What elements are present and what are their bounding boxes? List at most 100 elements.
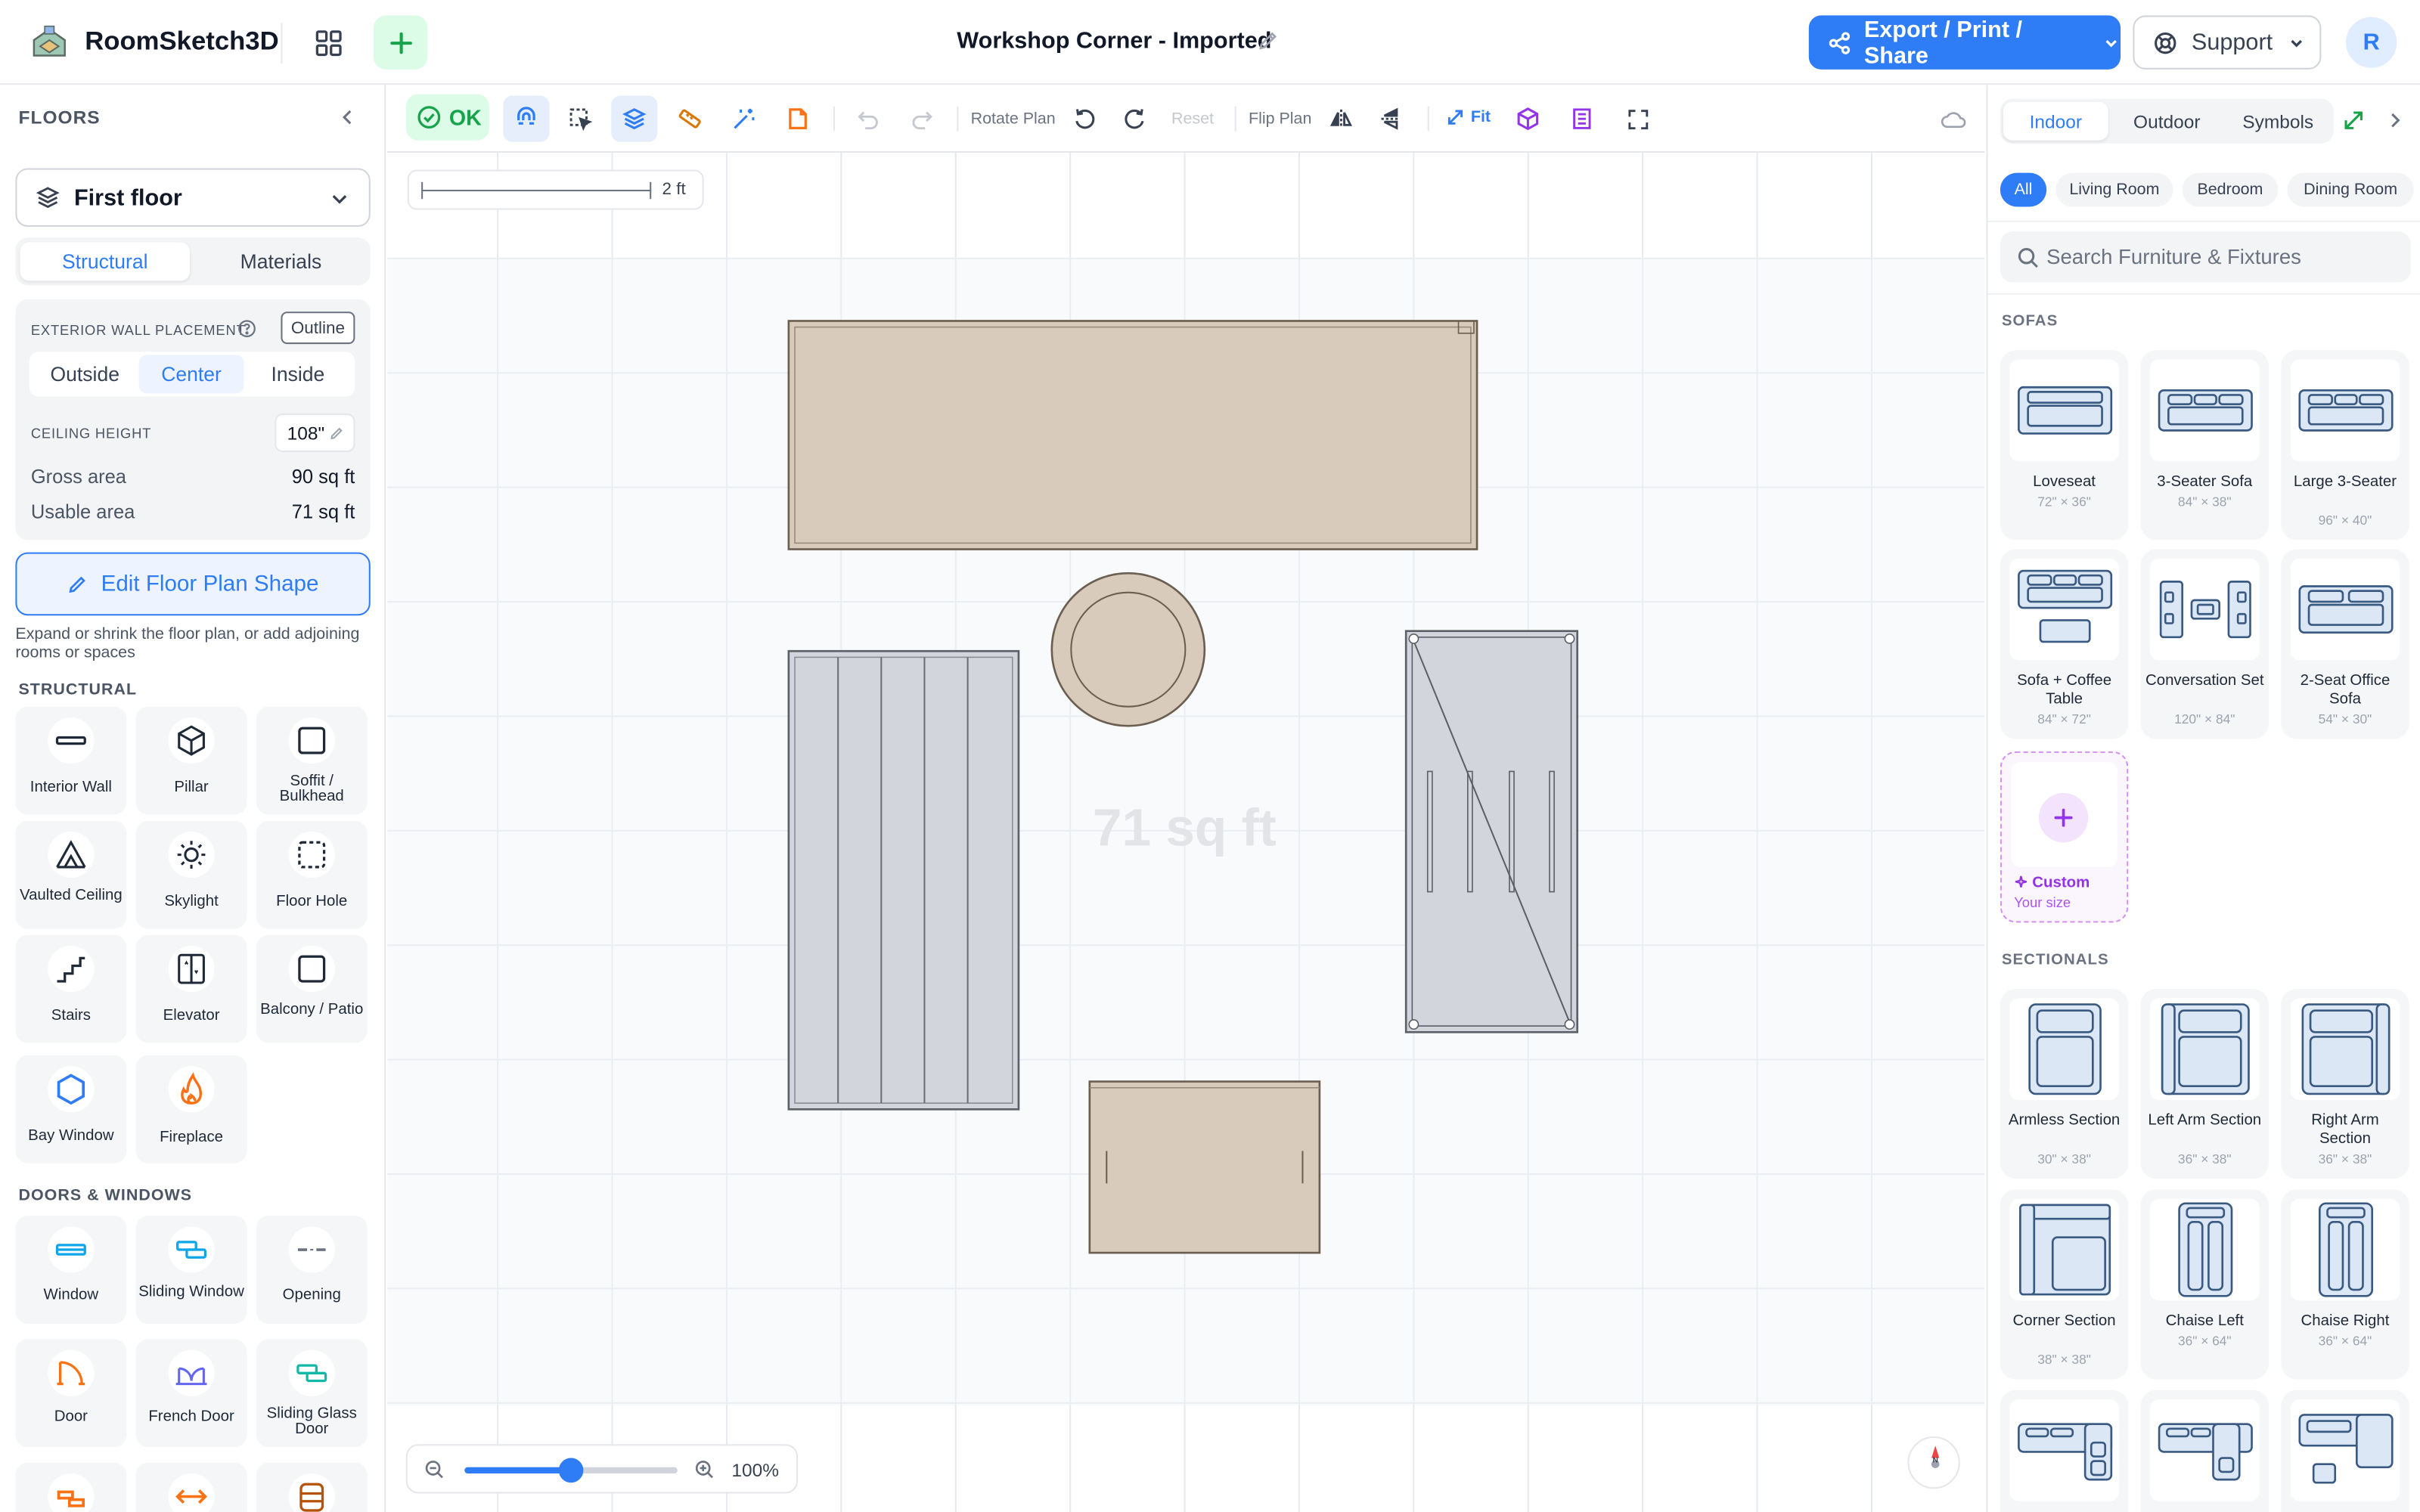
tool-vaulted-ceiling[interactable]: Vaulted Ceiling (15, 820, 127, 929)
tool-skylight[interactable]: Skylight (135, 820, 247, 929)
toolbar-separator (1427, 106, 1429, 132)
elevation-view-button[interactable] (1559, 96, 1605, 142)
furniture-card-left-arm-section[interactable]: Left Arm Section 36" × 38" (2140, 989, 2269, 1179)
tool-interior-wall[interactable]: Interior Wall (15, 706, 127, 815)
card-dims: 36" × 64" (2318, 1333, 2372, 1349)
view-3d-button[interactable] (1505, 96, 1551, 142)
tab-structural[interactable]: Structural (20, 242, 191, 281)
zoom-in-icon[interactable] (694, 1460, 715, 1480)
card-name: Chaise Right (2301, 1312, 2390, 1331)
tool-bay-window[interactable]: Bay Window (15, 1055, 127, 1163)
expand-panel-icon[interactable] (2343, 110, 2365, 132)
magnet-snap-button[interactable] (503, 95, 550, 142)
furniture-card-chaise-right[interactable]: Chaise Right 36" × 64" (2281, 1189, 2409, 1380)
tab-symbols[interactable]: Symbols (2226, 102, 2331, 141)
tab-indoor[interactable]: Indoor (2003, 101, 2108, 141)
furniture-card-loveseat[interactable]: Loveseat 72" × 36" (2000, 350, 2129, 541)
custom-size-card[interactable]: Custom Your size (2000, 751, 2129, 923)
add-custom-button[interactable] (2038, 792, 2089, 843)
floor-plan-canvas[interactable]: 71 sq ft 2 ft 100% N (387, 153, 1985, 1512)
tab-materials[interactable]: Materials (196, 242, 365, 280)
chip-all[interactable]: All (2000, 172, 2047, 207)
compass[interactable]: N (1907, 1436, 1960, 1489)
flip-vertical-icon (1381, 107, 1401, 130)
tab-outdoor[interactable]: Outdoor (2114, 102, 2220, 141)
tool-partial-3[interactable] (256, 1462, 368, 1512)
fullscreen-button[interactable] (1615, 96, 1661, 142)
rotate-left-button[interactable] (1062, 96, 1108, 142)
search-input[interactable] (2046, 240, 2394, 274)
furniture-card-sectional-partial-1[interactable] (2000, 1390, 2129, 1512)
project-title[interactable]: Workshop Corner - Imported (957, 28, 1271, 54)
magic-wand-button[interactable] (721, 96, 767, 142)
furniture-card-sectional-partial-2[interactable] (2140, 1390, 2269, 1512)
rotate-right-button[interactable] (1111, 96, 1157, 142)
tool-sliding-glass-door[interactable]: Sliding Glass Door (256, 1339, 368, 1448)
furniture-round-stool[interactable] (1050, 572, 1206, 727)
support-button[interactable]: Support (2133, 15, 2322, 70)
undo-button[interactable] (844, 96, 890, 142)
placement-center[interactable]: Center (138, 355, 244, 394)
cloud-sync-button[interactable] (1929, 96, 1975, 142)
chip-dining-room[interactable]: Dining Room (2287, 172, 2414, 207)
reset-button[interactable]: Reset (1171, 110, 1214, 128)
notes-button[interactable] (774, 96, 821, 142)
flip-vertical-button[interactable] (1367, 96, 1413, 142)
tool-pillar[interactable]: Pillar (135, 706, 247, 815)
tool-window[interactable]: Window (15, 1216, 127, 1325)
tool-french-door[interactable]: French Door (135, 1339, 247, 1448)
furniture-small-bench[interactable] (1088, 1080, 1321, 1254)
placement-outside[interactable]: Outside (33, 355, 138, 393)
furniture-card-large-3-seater[interactable]: Large 3-Seater 96" × 40" (2281, 350, 2409, 541)
fit-button[interactable]: Fit (1446, 108, 1491, 126)
select-tool-button[interactable] (557, 96, 603, 142)
furniture-card-3-seater-sofa[interactable]: 3-Seater Sofa 84" × 38" (2140, 350, 2269, 541)
tool-elevator[interactable]: Elevator (135, 934, 247, 1043)
furniture-card-chaise-left[interactable]: Chaise Left 36" × 64" (2140, 1189, 2269, 1380)
furniture-card-sectional-partial-3[interactable] (2281, 1390, 2409, 1512)
furniture-card-conversation-set[interactable]: Conversation Set 120" × 84" (2140, 549, 2269, 739)
tool-partial-2[interactable] (135, 1462, 247, 1512)
placement-inside[interactable]: Inside (245, 355, 350, 393)
chip-bedroom[interactable]: Bedroom (2182, 172, 2279, 207)
help-icon[interactable] (237, 319, 256, 338)
new-project-button[interactable] (373, 15, 428, 70)
tool-soffit[interactable]: Soffit / Bulkhead (256, 706, 368, 815)
chip-living-room[interactable]: Living Room (2055, 172, 2173, 207)
collapse-panel-icon[interactable] (337, 107, 358, 129)
outline-toggle[interactable]: Outline (281, 311, 355, 345)
furniture-slatted-shelf[interactable] (787, 649, 1020, 1111)
tool-opening[interactable]: Opening (256, 1216, 368, 1325)
user-avatar[interactable]: R (2346, 17, 2397, 68)
zoom-out-icon[interactable] (424, 1460, 445, 1480)
validation-status-button[interactable]: OK (405, 94, 489, 141)
export-print-share-button[interactable]: Export / Print / Share (1808, 15, 2121, 70)
tool-door[interactable]: Door (15, 1339, 127, 1448)
redo-button[interactable] (898, 96, 945, 142)
furniture-card-corner-section[interactable]: Corner Section 38" × 38" (2000, 1189, 2129, 1380)
tool-fireplace[interactable]: Fireplace (135, 1055, 247, 1163)
furniture-card-sofa-coffee-table[interactable]: Sofa + Coffee Table 84" × 72" (2000, 549, 2129, 739)
furniture-card-armless-section[interactable]: Armless Section 30" × 38" (2000, 989, 2129, 1179)
chevron-right-icon[interactable] (2384, 110, 2406, 132)
layers-button[interactable] (611, 95, 658, 142)
tool-sliding-window[interactable]: Sliding Window (135, 1216, 247, 1325)
rename-pencil-icon[interactable] (1256, 29, 1280, 53)
card-dims: 96" × 40" (2318, 512, 2372, 528)
tool-stairs[interactable]: Stairs (15, 934, 127, 1043)
floor-selector[interactable]: First floor (15, 168, 371, 227)
measure-button[interactable] (667, 96, 713, 142)
ceiling-height-input[interactable]: 108" (275, 413, 355, 452)
furniture-card-right-arm-section[interactable]: Right Arm Section 36" × 38" (2281, 989, 2409, 1179)
edit-floor-plan-button[interactable]: Edit Floor Plan Shape (15, 552, 371, 616)
tool-balcony[interactable]: Balcony / Patio (256, 934, 368, 1043)
flip-horizontal-button[interactable] (1318, 96, 1364, 142)
french-door-icon (175, 1367, 207, 1386)
tool-floor-hole[interactable]: Floor Hole (256, 820, 368, 929)
tool-partial-1[interactable] (15, 1462, 127, 1512)
furniture-card-2-seat-office-sofa[interactable]: 2-Seat Office Sofa 54" × 30" (2281, 549, 2409, 739)
dashboard-button[interactable] (306, 20, 352, 67)
zoom-slider-handle[interactable] (558, 1458, 584, 1483)
furniture-workbench[interactable] (787, 320, 1478, 550)
furniture-tool-cabinet[interactable] (1404, 630, 1579, 1033)
